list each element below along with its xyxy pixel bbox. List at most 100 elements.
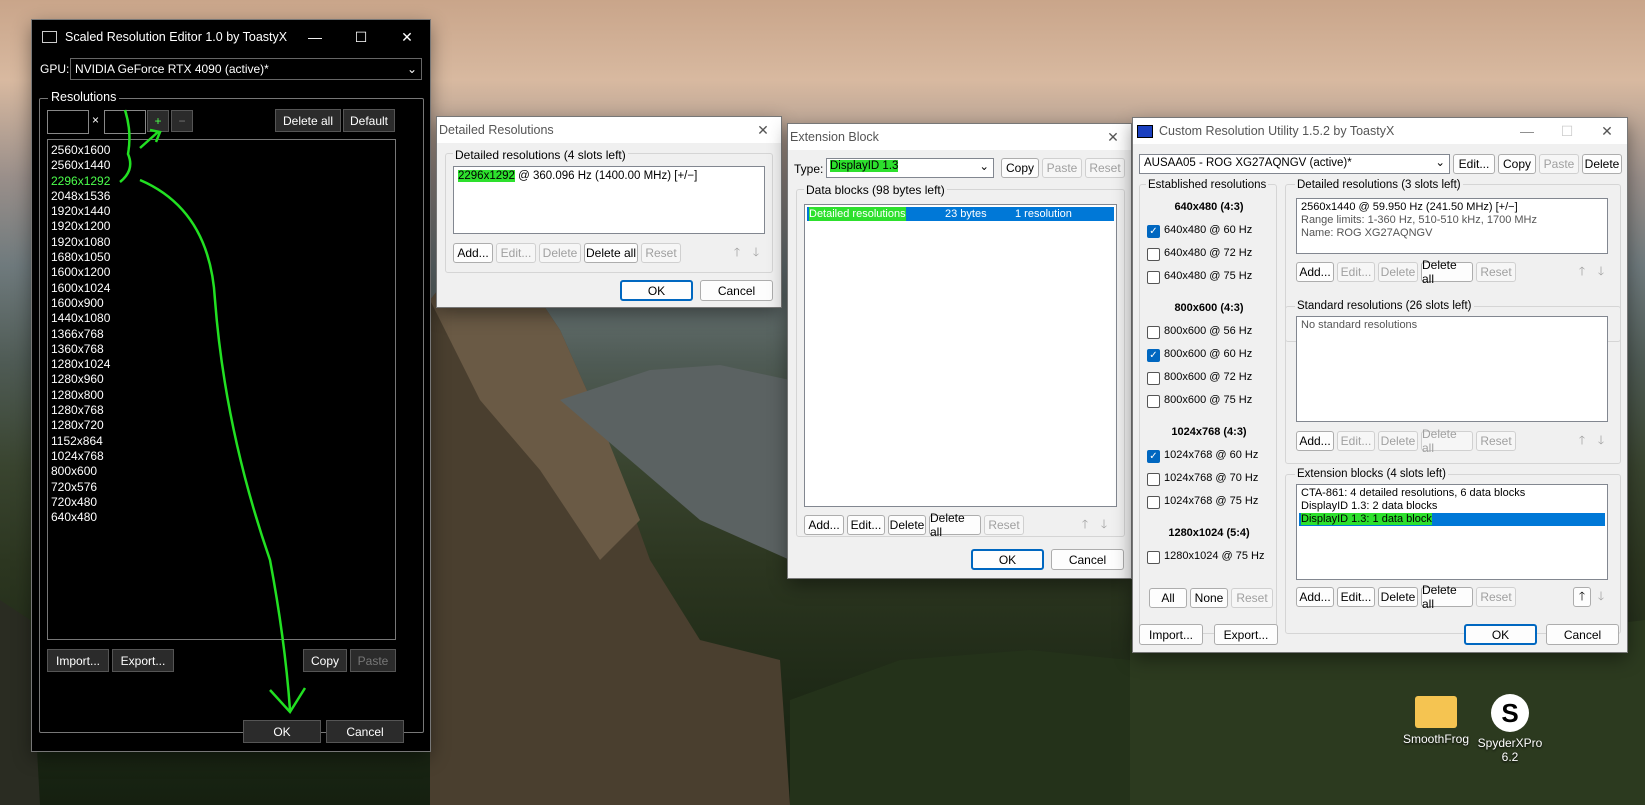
checkbox[interactable] [1147, 326, 1160, 339]
import-button[interactable]: Import... [1139, 624, 1203, 645]
title-bar[interactable]: Detailed Resolutions ✕ [437, 117, 781, 143]
minimize-icon[interactable]: — [1507, 118, 1547, 144]
resolution-list-item[interactable]: 1152x864 [48, 434, 395, 449]
edit-button[interactable]: Edit... [1337, 431, 1375, 451]
move-down-icon[interactable]: 🡓 [1592, 587, 1610, 607]
paste-button[interactable]: Paste [1042, 158, 1082, 178]
established-item[interactable]: ✓ 640x480 @ 60 Hz [1147, 224, 1273, 240]
delete-all-button[interactable]: Delete all [1421, 427, 1473, 455]
checkbox[interactable] [1147, 248, 1160, 261]
move-up-icon[interactable]: 🡑 [1076, 515, 1094, 535]
detailed-line[interactable]: 2560x1440 @ 59.950 Hz (241.50 MHz) [+/−] [1301, 201, 1603, 214]
delete-monitor-button[interactable]: Delete [1582, 154, 1622, 174]
export-button[interactable]: Export... [1214, 624, 1278, 645]
move-up-icon[interactable]: 🡑 [728, 243, 746, 263]
reset-button[interactable]: Reset [1231, 588, 1273, 608]
move-up-icon[interactable]: 🡑 [1573, 587, 1591, 607]
list-item[interactable]: DisplayID 1.3: 2 data blocks [1299, 500, 1605, 513]
maximize-icon[interactable]: ☐ [338, 20, 384, 54]
delete-button[interactable]: Delete [539, 243, 581, 263]
detailed-resolutions-list[interactable]: 2560x1440 @ 59.950 Hz (241.50 MHz) [+/−]… [1296, 198, 1608, 254]
list-item-selected[interactable]: Detailed resolutions 23 bytes 1 resoluti… [807, 207, 1114, 221]
move-down-icon[interactable]: 🡓 [1592, 431, 1610, 451]
reset-button[interactable]: Reset [1476, 262, 1516, 282]
copy-button[interactable]: Copy [1001, 158, 1039, 178]
resolution-list[interactable]: 2560x1600 2560x1440 2296x1292 2048x1536 1920… [47, 139, 396, 640]
copy-button[interactable]: Copy [1498, 154, 1536, 174]
delete-all-button[interactable]: Delete all [275, 109, 341, 132]
desktop-icon-spyderxpro[interactable]: S SpyderXPro 6.2 [1470, 694, 1550, 764]
move-down-icon[interactable]: 🡓 [1592, 262, 1610, 282]
gpu-select[interactable]: NVIDIA GeForce RTX 4090 (active)* ⌄ [70, 58, 422, 80]
copy-button[interactable]: Copy [303, 649, 347, 672]
resolution-list-item[interactable]: 1920x1080 [48, 235, 395, 250]
resolution-list-item[interactable]: 1600x900 [48, 296, 395, 311]
resolution-list-item[interactable]: 1680x1050 [48, 250, 395, 265]
established-item[interactable]: 800x600 @ 75 Hz [1147, 394, 1273, 410]
delete-all-button[interactable]: Delete all [929, 511, 981, 539]
data-blocks-list[interactable]: Detailed resolutions 23 bytes 1 resoluti… [804, 204, 1117, 507]
paste-button[interactable]: Paste [350, 649, 396, 672]
move-up-icon[interactable]: 🡑 [1573, 431, 1591, 451]
established-item[interactable]: 1280x1024 @ 75 Hz [1147, 550, 1273, 566]
title-bar[interactable]: Scaled Resolution Editor 1.0 by ToastyX … [32, 20, 430, 54]
resolution-list-item[interactable]: 2560x1440 [48, 158, 395, 173]
checkbox-checked[interactable]: ✓ [1147, 349, 1160, 362]
close-icon[interactable]: ✕ [1587, 118, 1627, 144]
edit-button[interactable]: Edit... [1337, 262, 1375, 282]
established-item[interactable]: 640x480 @ 72 Hz [1147, 247, 1273, 263]
resolution-list-item[interactable]: 1360x768 [48, 342, 395, 357]
resolution-list-item[interactable]: 1280x720 [48, 418, 395, 433]
desktop-icon-smoothfrog[interactable]: SmoothFrog [1396, 696, 1476, 746]
extension-blocks-list[interactable]: CTA-861: 4 detailed resolutions, 6 data … [1296, 484, 1608, 580]
minimize-icon[interactable]: — [292, 20, 338, 54]
import-button[interactable]: Import... [47, 649, 109, 672]
edit-button[interactable]: Edit... [847, 515, 885, 535]
list-item[interactable]: 2296x1292 @ 360.096 Hz (1400.00 MHz) [+/… [458, 170, 697, 182]
established-item[interactable]: 1024x768 @ 75 Hz [1147, 495, 1273, 511]
close-icon[interactable]: ✕ [384, 20, 430, 54]
resolution-list-item[interactable]: 1280x960 [48, 372, 395, 387]
resolution-list-item[interactable]: 2296x1292 [48, 174, 395, 189]
ok-button[interactable]: OK [243, 720, 321, 743]
reset-button[interactable]: Reset [641, 243, 681, 263]
move-down-icon[interactable]: 🡓 [747, 243, 765, 263]
resolution-list-item[interactable]: 1920x1200 [48, 219, 395, 234]
add-button[interactable]: Add... [453, 243, 493, 263]
edit-button[interactable]: Edit... [496, 243, 536, 263]
resolution-list-item[interactable]: 2560x1600 [48, 143, 395, 158]
title-bar[interactable]: Custom Resolution Utility 1.5.2 by Toast… [1133, 118, 1627, 144]
resolution-list-item[interactable]: 1024x768 [48, 449, 395, 464]
move-up-icon[interactable]: 🡑 [1573, 262, 1591, 282]
resolution-list-item[interactable]: 1280x1024 [48, 357, 395, 372]
reset-button[interactable]: Reset [1476, 431, 1516, 451]
established-item[interactable]: 640x480 @ 75 Hz [1147, 270, 1273, 286]
checkbox[interactable] [1147, 372, 1160, 385]
resolution-list-item[interactable]: 1280x800 [48, 388, 395, 403]
resolution-list-item[interactable]: 720x576 [48, 480, 395, 495]
export-button[interactable]: Export... [112, 649, 174, 672]
none-button[interactable]: None [1190, 588, 1228, 608]
height-input[interactable] [104, 110, 146, 134]
add-button[interactable]: Add... [804, 515, 844, 535]
checkbox-checked[interactable]: ✓ [1147, 450, 1160, 463]
cancel-button[interactable]: Cancel [1051, 549, 1124, 570]
standard-resolutions-list[interactable]: No standard resolutions [1296, 316, 1608, 422]
delete-button[interactable]: Delete [1378, 587, 1418, 607]
ok-button[interactable]: OK [620, 280, 693, 301]
reset-button[interactable]: Reset [1476, 587, 1516, 607]
resolution-list-item[interactable]: 1440x1080 [48, 311, 395, 326]
checkbox[interactable] [1147, 271, 1160, 284]
edit-monitor-button[interactable]: Edit... [1453, 154, 1495, 174]
resolution-list-item[interactable]: 640x480 [48, 510, 395, 525]
cancel-button[interactable]: Cancel [326, 720, 404, 743]
close-icon[interactable]: ✕ [1095, 124, 1131, 150]
edit-button[interactable]: Edit... [1337, 587, 1375, 607]
delete-all-button[interactable]: Delete all [1421, 258, 1473, 286]
resolution-list-item[interactable]: 1600x1200 [48, 265, 395, 280]
delete-button[interactable]: Delete [1378, 262, 1418, 282]
add-resolution-button[interactable]: + [147, 110, 169, 132]
delete-button[interactable]: Delete [1378, 431, 1418, 451]
cancel-button[interactable]: Cancel [700, 280, 773, 301]
checkbox-checked[interactable]: ✓ [1147, 225, 1160, 238]
